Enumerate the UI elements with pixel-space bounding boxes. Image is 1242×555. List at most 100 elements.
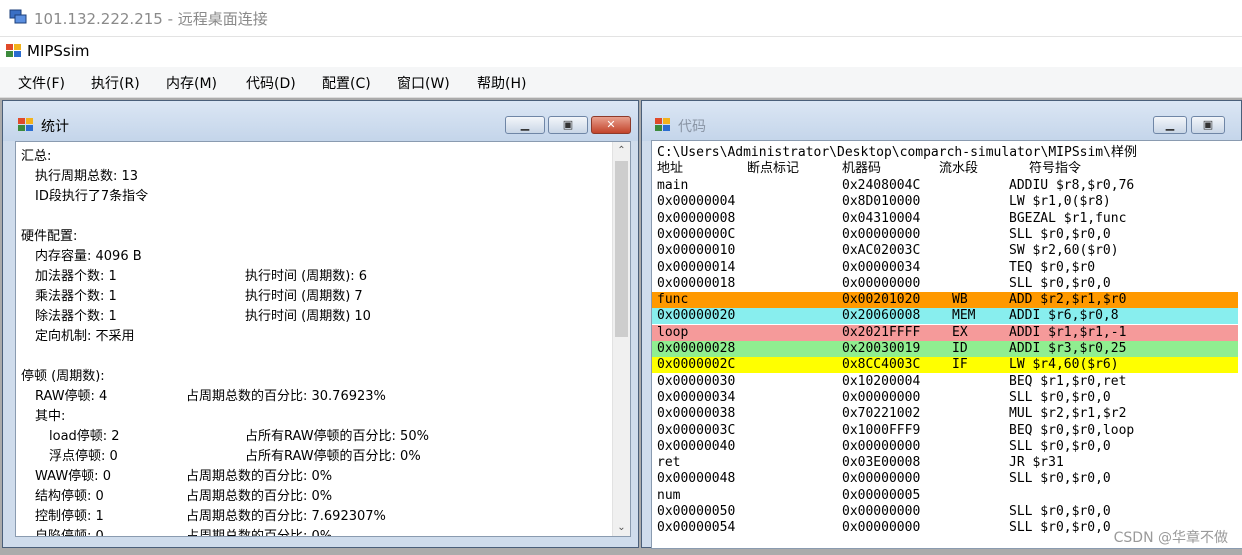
code-cell-code: 0x2408004C <box>842 178 921 193</box>
code-cell-stage: IF <box>952 357 968 373</box>
code-cell-code: 0x10200004 <box>842 373 921 389</box>
code-cell-code: 0x20030019 <box>842 341 921 356</box>
stats-line: 自陷停顿: 0 <box>35 529 104 537</box>
code-cell-addr: 0x00000008 <box>657 210 736 226</box>
col-header-breakpoint: 断点标记 <box>747 161 800 176</box>
maximize-button[interactable]: ▣ <box>1191 116 1225 134</box>
code-row[interactable]: 0x0000002C 0x8CC4003C IF LW $r4,60($r6) <box>652 357 1238 374</box>
code-cell-instr: SLL $r0,$r0,0 <box>1009 520 1111 536</box>
menu-file[interactable]: 文件(F) <box>18 73 65 93</box>
menu-memory[interactable]: 内存(M) <box>166 73 217 93</box>
code-cell-code: 0x00000000 <box>842 504 921 519</box>
col-header-address: 地址 <box>657 161 684 176</box>
minimize-icon: ▁ <box>1165 118 1175 131</box>
code-cell-instr: SLL $r0,$r0,0 <box>1009 438 1111 454</box>
remote-desktop-icon <box>9 9 27 24</box>
code-cell-code: 0x00000005 <box>842 487 921 503</box>
code-row[interactable]: loop 0x2021FFFF EX ADDI $r1,$r1,-1 <box>652 324 1238 341</box>
code-cell-code: 0x00000000 <box>842 471 921 487</box>
code-cell-instr: SLL $r0,$r0,0 <box>1009 389 1111 405</box>
code-row[interactable]: 0x00000020 0x20060008 MEM ADDI $r6,$r0,8 <box>652 308 1238 325</box>
code-cell-code: 0x00201020 <box>842 292 921 308</box>
scroll-thumb[interactable] <box>615 161 628 337</box>
menu-config[interactable]: 配置(C) <box>322 73 371 93</box>
maximize-icon: ▣ <box>1202 118 1214 131</box>
code-row[interactable]: 0x00000010 0xAC02003C SW $r2,60($r0) <box>652 243 1238 259</box>
code-row[interactable]: 0x00000014 0x00000034 TEQ $r0,$r0 <box>652 260 1238 276</box>
code-cell-addr: 0x0000003C <box>657 422 736 438</box>
code-cell-instr: BEQ $r1,$r0,ret <box>1009 373 1127 389</box>
code-cell-addr: 0x00000050 <box>657 504 736 519</box>
code-row[interactable]: 0x00000028 0x20030019 ID ADDI $r3,$r0,25 <box>652 341 1238 357</box>
code-row[interactable]: 0x0000003C 0x1000FFF9 BEQ $r0,$r0,loop <box>652 423 1238 439</box>
code-title-bar[interactable]: 代码 ▁ ▣ <box>642 101 1241 141</box>
col-header-stage: 流水段 <box>939 161 979 176</box>
code-row[interactable]: 0x0000000C 0x00000000 SLL $r0,$r0,0 <box>652 227 1238 243</box>
code-cell-addr: 0x00000038 <box>657 406 736 422</box>
code-cell-code: 0x00000000 <box>842 389 921 405</box>
stats-line: ID段执行了7条指令 <box>35 189 149 204</box>
code-cell-code: 0x04310004 <box>842 210 921 226</box>
code-cell-addr: 0x0000002C <box>657 357 736 373</box>
stats-line-detail: 执行时间 (周期数) 10 <box>245 309 371 324</box>
minimize-icon: ▁ <box>520 118 530 131</box>
stats-line-percent: 占周期总数的百分比: 7.692307% <box>186 509 386 524</box>
code-listing[interactable]: C:\Users\Administrator\Desktop\comparch-… <box>651 140 1242 549</box>
code-cell-addr: 0x00000030 <box>657 373 736 389</box>
code-cell-code: 0x00000000 <box>842 226 921 242</box>
code-window-title: 代码 <box>678 119 706 135</box>
stats-scrollbar[interactable]: ⌃ ⌄ <box>612 142 630 536</box>
stats-line: 浮点停顿: 0 <box>49 449 118 464</box>
menu-code[interactable]: 代码(D) <box>246 73 296 93</box>
minimize-button[interactable]: ▁ <box>505 116 545 134</box>
code-row[interactable]: 0x00000050 0x00000000 SLL $r0,$r0,0 <box>652 504 1238 520</box>
close-button[interactable]: ✕ <box>591 116 631 134</box>
code-row[interactable]: func 0x00201020 WB ADD $r2,$r1,$r0 <box>652 292 1238 309</box>
code-row[interactable]: 0x00000040 0x00000000 SLL $r0,$r0,0 <box>652 439 1238 455</box>
code-cell-code: 0x2021FFFF <box>842 324 921 340</box>
code-cell-addr: 0x00000054 <box>657 520 736 536</box>
minimize-button[interactable]: ▁ <box>1153 116 1187 134</box>
code-row[interactable]: 0x00000048 0x00000000 SLL $r0,$r0,0 <box>652 471 1238 487</box>
stats-title-bar[interactable]: 统计 ▁ ▣ ✕ <box>3 101 638 141</box>
code-row[interactable]: 0x00000018 0x00000000 SLL $r0,$r0,0 <box>652 276 1238 292</box>
code-row[interactable]: 0x00000034 0x00000000 SLL $r0,$r0,0 <box>652 390 1238 406</box>
code-cell-addr: 0x00000034 <box>657 389 736 405</box>
code-row[interactable]: num 0x00000005 <box>652 488 1238 504</box>
stats-line: 加法器个数: 1 <box>35 269 117 284</box>
code-cell-instr: BEQ $r0,$r0,loop <box>1009 422 1135 438</box>
maximize-icon: ▣ <box>562 118 574 131</box>
menu-run[interactable]: 执行(R) <box>91 73 140 93</box>
watermark: CSDN @华章不做 <box>1113 530 1228 546</box>
menu-window[interactable]: 窗口(W) <box>397 73 450 93</box>
scroll-up-arrow-icon[interactable]: ⌃ <box>613 142 630 159</box>
stats-line-percent: 占周期总数的百分比: 0% <box>186 489 333 504</box>
window-icon <box>655 118 670 131</box>
scroll-down-arrow-icon[interactable]: ⌄ <box>613 519 630 536</box>
menu-help[interactable]: 帮助(H) <box>477 73 526 93</box>
stats-window: 统计 ▁ ▣ ✕ ⌃ ⌄ 汇总: 执行周期总数: 13 ID段执行了7条指令 硬件配置… <box>2 100 639 548</box>
code-cell-addr: num <box>657 487 681 503</box>
code-row[interactable]: 0x00000030 0x10200004 BEQ $r1,$r0,ret <box>652 374 1238 390</box>
stats-text-area[interactable]: ⌃ ⌄ 汇总: 执行周期总数: 13 ID段执行了7条指令 硬件配置: 内存容量: 40… <box>15 141 631 537</box>
code-cell-code: 0x20060008 <box>842 308 921 324</box>
code-cell-instr: ADDIU $r8,$r0,76 <box>1009 178 1135 193</box>
code-row[interactable]: main 0x2408004C ADDIU $r8,$r0,76 <box>652 178 1238 194</box>
code-cell-instr: TEQ $r0,$r0 <box>1009 259 1096 275</box>
code-cell-stage: ID <box>952 341 968 356</box>
code-row[interactable]: 0x00000004 0x8D010000 LW $r1,0($r8) <box>652 194 1238 210</box>
stats-line: 控制停顿: 1 <box>35 509 104 524</box>
code-cell-instr: ADDI $r6,$r0,8 <box>1009 308 1119 324</box>
maximize-button[interactable]: ▣ <box>548 116 588 134</box>
code-row[interactable]: ret 0x03E00008 JR $r31 <box>652 455 1238 471</box>
code-row[interactable]: 0x00000038 0x70221002 MUL $r2,$r1,$r2 <box>652 406 1238 422</box>
code-cell-addr: 0x00000010 <box>657 243 736 259</box>
stats-line: RAW停顿: 4 <box>35 389 108 404</box>
code-cell-instr: SLL $r0,$r0,0 <box>1009 504 1111 519</box>
code-cell-instr: ADDI $r3,$r0,25 <box>1009 341 1127 356</box>
code-cell-stage: MEM <box>952 308 976 324</box>
code-cell-addr: 0x00000004 <box>657 194 736 210</box>
code-row[interactable]: 0x00000008 0x04310004 BGEZAL $r1,func <box>652 211 1238 227</box>
code-cell-addr: loop <box>657 324 689 340</box>
code-cell-instr: ADD $r2,$r1,$r0 <box>1009 292 1127 308</box>
